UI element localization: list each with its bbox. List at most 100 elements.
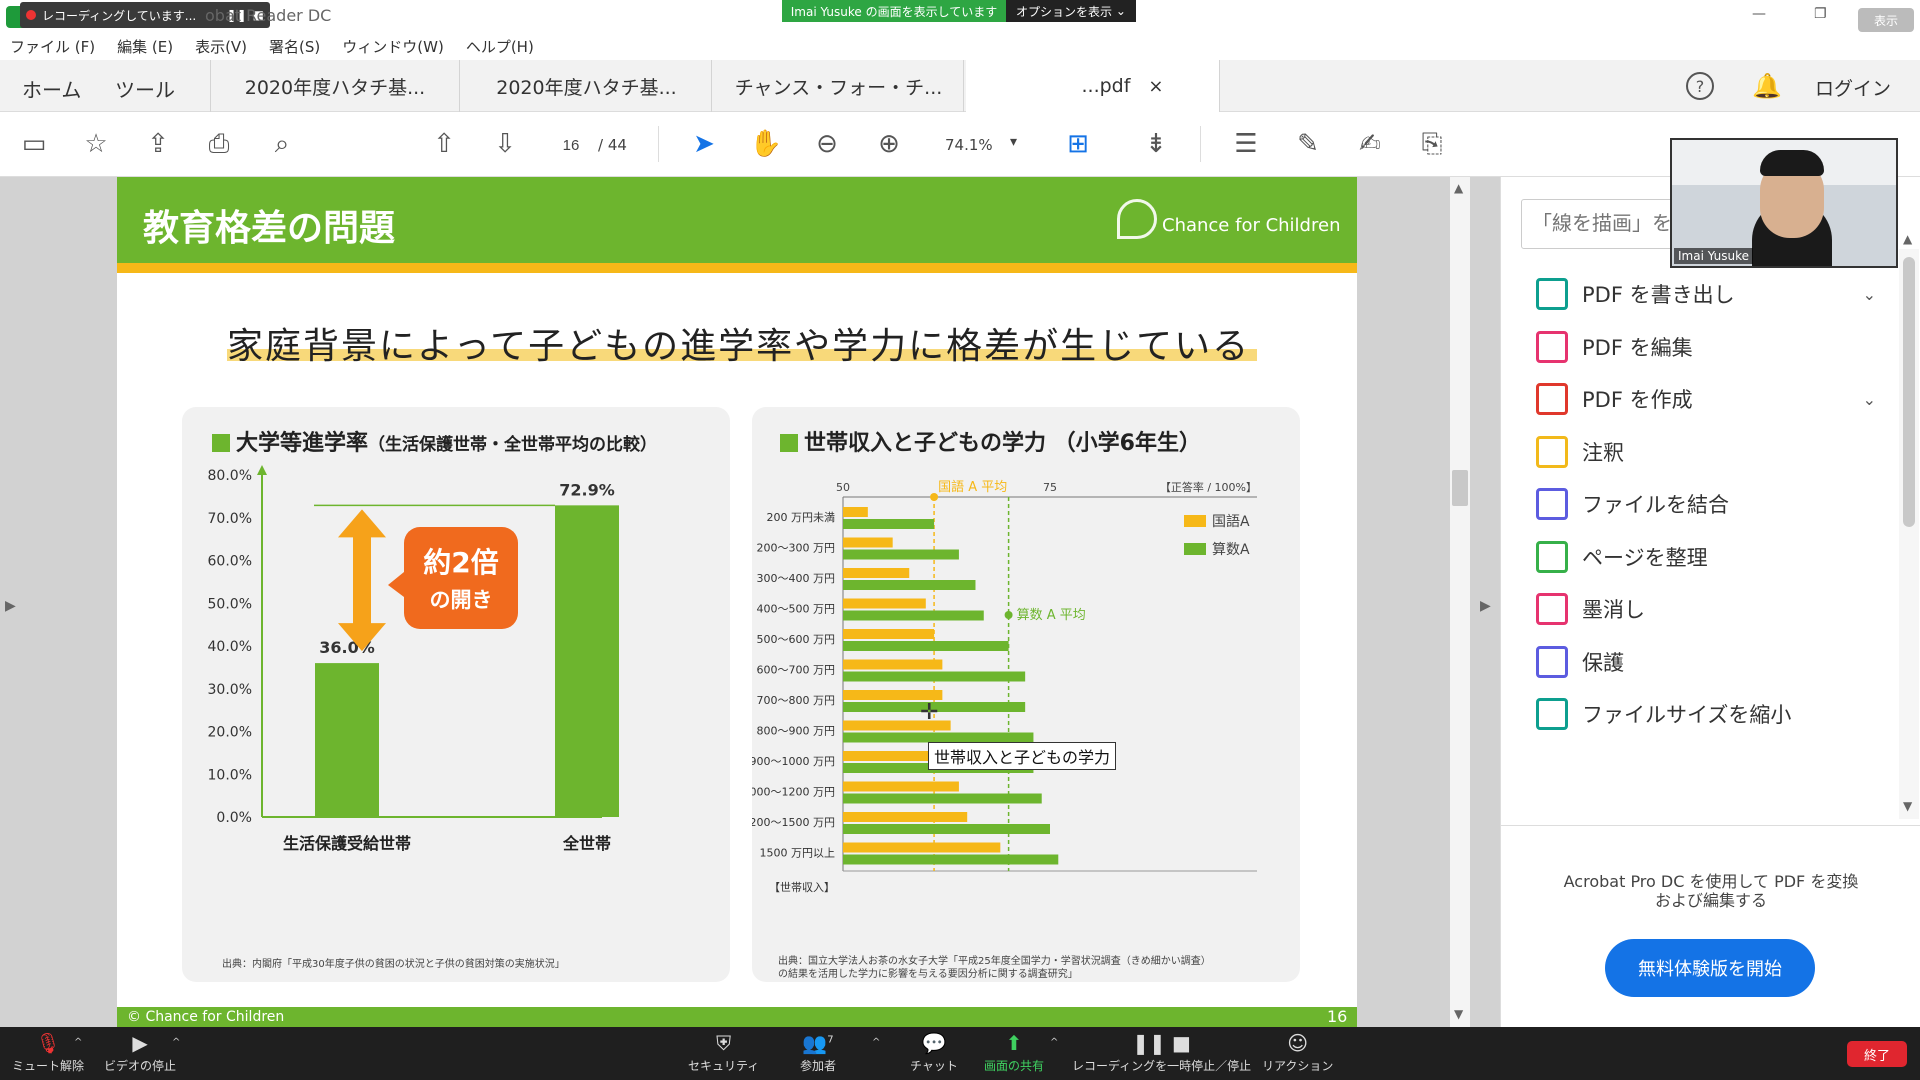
video-button[interactable]: ▶ ビデオの停止 <box>104 1031 176 1074</box>
menu-file[interactable]: ファイル (F) <box>10 36 95 57</box>
doc-tab-1[interactable]: 2020年度ハタチ基... <box>210 60 460 112</box>
zoom-in-icon[interactable]: ⊕ <box>873 128 905 160</box>
menu-help[interactable]: ヘルプ(H) <box>466 36 534 57</box>
chat-button[interactable]: 💬 チャット <box>910 1031 958 1074</box>
view-button[interactable]: 表示 <box>1858 8 1914 32</box>
compress-icon <box>1536 698 1568 730</box>
reaction-button[interactable]: ☺ リアクション <box>1262 1031 1333 1074</box>
close-tab-icon[interactable]: × <box>1148 76 1163 97</box>
login-button[interactable]: ログイン <box>1815 74 1891 101</box>
highlight-icon[interactable]: ✎ <box>1292 128 1324 160</box>
menu-sign[interactable]: 署名(S) <box>269 36 320 57</box>
chevron-down-icon[interactable]: ⌄ <box>1863 285 1876 304</box>
slide-stripe <box>117 263 1357 273</box>
scroll-mode-icon[interactable]: ⇟ <box>1140 128 1172 160</box>
pane-scroll-up-icon[interactable]: ▲ <box>1903 232 1912 246</box>
share-screen-button[interactable]: ⬆ 画面の共有 <box>984 1031 1044 1074</box>
scroll-thumb[interactable] <box>1452 470 1468 506</box>
menu-edit[interactable]: 編集 (E) <box>117 36 173 57</box>
participants-options-icon[interactable]: ^ <box>872 1037 880 1048</box>
tool-item[interactable]: PDF を書き出し ⌄ <box>1536 274 1876 314</box>
tool-item[interactable]: PDF を作成 ⌄ <box>1536 379 1876 419</box>
scroll-down-icon[interactable]: ▼ <box>1454 1007 1463 1021</box>
page-up-icon[interactable]: ⇧ <box>428 128 460 160</box>
participants-button[interactable]: 👥7 参加者 <box>800 1031 836 1074</box>
fill-sign-icon[interactable]: ⎘ <box>1416 128 1448 160</box>
bar-chart-income: 50 75 【正答率 / 100%】 国語 A 平均算数 A 平均 200 万円未満 20… <box>752 479 1257 894</box>
zoom-dropdown-icon[interactable]: ▾ <box>1010 134 1017 150</box>
tool-item-label: PDF を編集 <box>1582 335 1693 360</box>
doc-tab-3[interactable]: チャンス・フォー・チ... <box>714 60 964 112</box>
slide-title: 教育格差の問題 <box>143 208 396 249</box>
recording-label: レコーディングを一時停止／停止 <box>1072 1059 1252 1073</box>
doc-tab-2[interactable]: 2020年度ハタチ基... <box>462 60 712 112</box>
help-icon[interactable]: ? <box>1686 72 1714 100</box>
free-trial-button[interactable]: 無料体験版を開始 <box>1605 939 1815 997</box>
category-label: 700～800 万円 <box>757 694 836 707</box>
organize-icon <box>1536 540 1568 573</box>
save-icon[interactable]: ▭ <box>18 128 50 160</box>
hand-tool-icon[interactable]: ✋ <box>750 128 782 160</box>
category-label: 900～1000 万円 <box>752 755 835 768</box>
y-tick-label: 30.0% <box>208 682 252 698</box>
menu-window[interactable]: ウィンドウ(W) <box>342 36 444 57</box>
tool-item-label: ファイルを結合 <box>1582 493 1729 517</box>
right-pane-toggle-icon[interactable]: ▶ <box>1480 598 1491 614</box>
square-marker-icon <box>212 434 230 452</box>
doc-tab-active[interactable]: ...pdf × <box>966 60 1220 112</box>
bar <box>843 854 1059 865</box>
zoom-out-icon[interactable]: ⊖ <box>811 128 843 160</box>
left-pane-toggle-icon[interactable]: ▶ <box>5 598 16 614</box>
pane-scroll-down-icon[interactable]: ▼ <box>1903 799 1912 813</box>
person-hair-top <box>1760 150 1824 176</box>
security-label: セキュリティ <box>688 1059 760 1073</box>
video-label: ビデオの停止 <box>104 1059 177 1073</box>
bar <box>843 610 984 621</box>
bell-icon[interactable]: 🔔 <box>1752 72 1782 100</box>
callout-text-1: 約2倍 <box>423 546 498 579</box>
scroll-up-icon[interactable]: ▲ <box>1454 181 1463 195</box>
menu-view[interactable]: 表示(V) <box>195 36 247 57</box>
upload-icon[interactable]: ⇪ <box>142 128 174 160</box>
end-meeting-button[interactable]: 終了 <box>1847 1041 1907 1067</box>
page-number-input[interactable] <box>548 132 594 158</box>
share-options-icon[interactable]: ^ <box>1050 1037 1058 1048</box>
tool-item[interactable]: 注釈 <box>1536 432 1876 472</box>
tab-tools[interactable]: ツール <box>115 74 175 103</box>
page-down-icon[interactable]: ⇩ <box>489 128 521 160</box>
security-button[interactable]: ⛨ セキュリティ <box>688 1031 759 1074</box>
comment-icon[interactable]: ☰ <box>1230 128 1262 160</box>
tab-home[interactable]: ホーム <box>22 74 81 103</box>
star-icon[interactable]: ☆ <box>80 128 112 160</box>
tool-item[interactable]: PDF を編集 <box>1536 327 1876 367</box>
restore-icon[interactable]: ❐ <box>1814 6 1827 22</box>
recording-button[interactable]: ❚❚ ■ レコーディングを一時停止／停止 <box>1072 1031 1251 1074</box>
promo-text: Acrobat Pro DC を使用して PDF を変換および編集する <box>1563 872 1859 910</box>
security-icon: ⛨ <box>716 1031 732 1055</box>
chevron-down-icon[interactable]: ⌄ <box>1863 390 1876 409</box>
pane-scroll-thumb[interactable] <box>1903 257 1915 527</box>
redact-icon <box>1536 593 1568 625</box>
select-cursor-icon[interactable]: ➤ <box>688 128 720 160</box>
video-options-icon[interactable]: ^ <box>172 1037 180 1048</box>
tool-item-label: 保護 <box>1582 650 1624 675</box>
bar <box>843 793 1042 804</box>
mute-options-icon[interactable]: ^ <box>74 1037 82 1048</box>
tool-item[interactable]: ファイルサイズを縮小 <box>1536 694 1876 734</box>
share-options-button[interactable]: オプションを表示 ⌄ <box>1006 0 1136 22</box>
tool-item[interactable]: ファイルを結合 <box>1536 484 1876 524</box>
webcam-name: Imai Yusuke <box>1674 248 1754 264</box>
slide-footer: © Chance for Children 16 <box>117 1007 1357 1027</box>
zoom-search-icon[interactable]: ⌕ <box>266 128 298 160</box>
document-scrollbar[interactable]: ▲ ▼ <box>1450 177 1470 1027</box>
sign-icon[interactable]: ✍ <box>1354 128 1386 160</box>
tool-item[interactable]: 墨消し <box>1536 589 1876 629</box>
square-marker-icon <box>780 434 798 452</box>
zoom-level[interactable]: 74.1% <box>945 136 993 154</box>
minimize-icon[interactable]: — <box>1752 6 1766 22</box>
tool-item[interactable]: ページを整理 <box>1536 537 1876 577</box>
print-icon[interactable]: ⎙ <box>203 128 235 160</box>
fit-page-icon[interactable]: ⊞ <box>1062 128 1094 160</box>
tool-item[interactable]: 保護 <box>1536 642 1876 682</box>
webcam-thumbnail[interactable]: Imai Yusuke <box>1670 138 1898 268</box>
